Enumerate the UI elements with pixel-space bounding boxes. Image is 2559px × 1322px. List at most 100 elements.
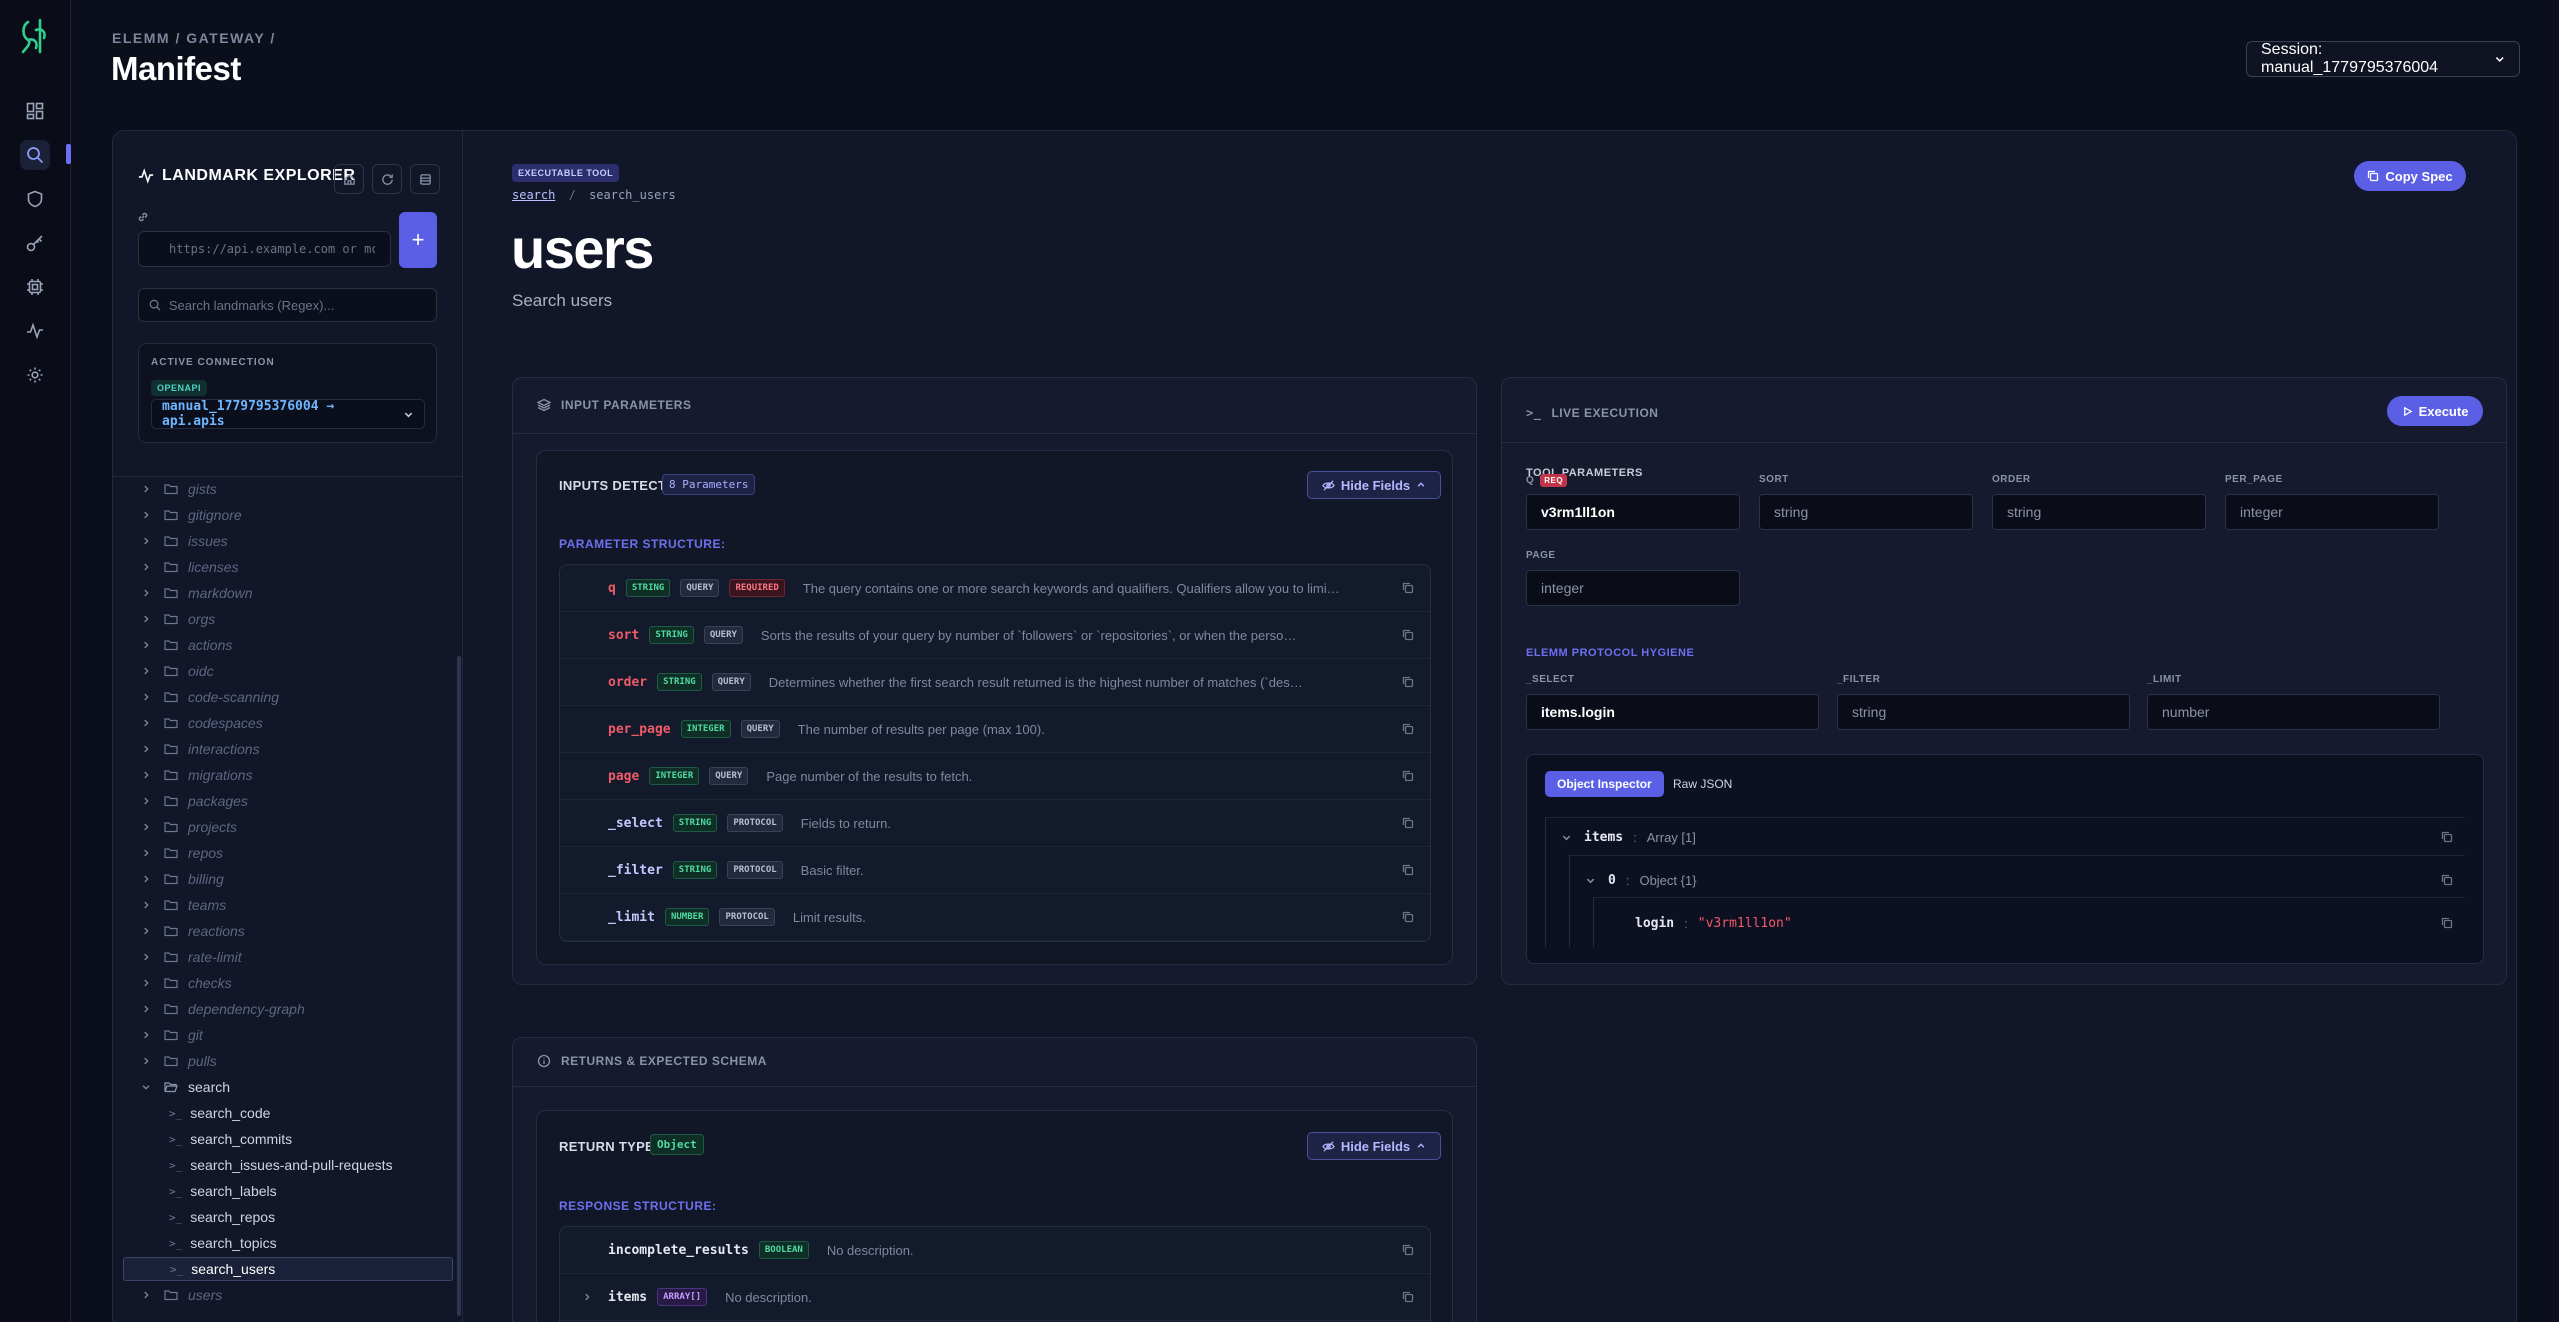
- tree-folder[interactable]: rate-limit: [123, 945, 453, 969]
- home-button[interactable]: [334, 164, 364, 194]
- param-input-order[interactable]: [1992, 494, 2206, 530]
- tree-folder[interactable]: search: [123, 1075, 453, 1099]
- home-icon: [343, 173, 355, 185]
- tree-folder[interactable]: licenses: [123, 555, 453, 579]
- return-type-badge: Object: [650, 1134, 704, 1155]
- play-icon: [2403, 406, 2413, 416]
- tree-folder[interactable]: teams: [123, 893, 453, 917]
- copy-icon[interactable]: [1402, 676, 1414, 688]
- connection-type-badge: OPENAPI: [151, 380, 208, 396]
- copy-icon[interactable]: [1402, 582, 1414, 594]
- chevron-right-icon: [138, 900, 154, 910]
- hide-return-fields-button[interactable]: Hide Fields: [1307, 1132, 1441, 1160]
- shield-icon[interactable]: [20, 184, 50, 214]
- hygiene-input-select[interactable]: [1526, 694, 1819, 730]
- tree-folder-label: licenses: [188, 559, 239, 575]
- copy-icon[interactable]: [2441, 874, 2453, 886]
- parameter-location-tag: QUERY: [740, 720, 780, 738]
- tree-folder-label: markdown: [188, 585, 253, 601]
- copy-icon[interactable]: [1402, 817, 1414, 829]
- tree-item[interactable]: >_ search_commits: [123, 1127, 453, 1151]
- copy-icon[interactable]: [2441, 917, 2453, 929]
- live-execution-title: LIVE EXECUTION: [1551, 406, 1659, 420]
- copy-icon[interactable]: [1402, 864, 1414, 876]
- tree-folder[interactable]: issues: [123, 529, 453, 553]
- copy-icon[interactable]: [2441, 831, 2453, 843]
- activity-icon[interactable]: [20, 316, 50, 346]
- execute-button[interactable]: Execute: [2387, 396, 2483, 426]
- breadcrumb-link-search[interactable]: search: [512, 188, 555, 202]
- gear-icon[interactable]: [20, 360, 50, 390]
- refresh-button[interactable]: [372, 164, 402, 194]
- copy-icon[interactable]: [1402, 629, 1414, 641]
- tree-folder[interactable]: migrations: [123, 763, 453, 787]
- tree-folder[interactable]: pulls: [123, 1049, 453, 1073]
- tab-object-inspector[interactable]: Object Inspector: [1545, 771, 1664, 797]
- response-field-name: incomplete_results: [608, 1242, 749, 1258]
- result-node-login[interactable]: login : "v3rm1ll1on": [1635, 905, 2461, 941]
- tree-folder[interactable]: git: [123, 1023, 453, 1047]
- key-icon[interactable]: [20, 228, 50, 258]
- chevron-right-icon: [138, 1004, 154, 1014]
- tree-item[interactable]: >_ search_repos: [123, 1205, 453, 1229]
- tree-folder[interactable]: projects: [123, 815, 453, 839]
- folder-open-icon: [164, 1081, 178, 1093]
- copy-icon[interactable]: [1402, 1291, 1414, 1303]
- hygiene-input-limit[interactable]: [2147, 694, 2440, 730]
- field-label: _LIMIT: [2147, 674, 2182, 685]
- tree-item[interactable]: >_ search_code: [123, 1101, 453, 1125]
- endpoint-url-input[interactable]: [138, 231, 391, 267]
- tree-folder[interactable]: reactions: [123, 919, 453, 943]
- tree-folder[interactable]: checks: [123, 971, 453, 995]
- tree-item[interactable]: >_ search_issues-and-pull-requests: [123, 1153, 453, 1177]
- add-connection-button[interactable]: +: [399, 212, 437, 268]
- tree-folder[interactable]: interactions: [123, 737, 453, 761]
- copy-icon[interactable]: [1402, 770, 1414, 782]
- tree-item[interactable]: >_ search_labels: [123, 1179, 453, 1203]
- result-node-0[interactable]: 0 : Object {1}: [1585, 862, 2461, 898]
- tree-folder[interactable]: gists: [123, 477, 453, 501]
- tree-scrollbar[interactable]: [457, 656, 461, 1316]
- tree-folder[interactable]: gitignore: [123, 503, 453, 527]
- tree-item[interactable]: >_ search_topics: [123, 1231, 453, 1255]
- tree-folder[interactable]: repos: [123, 841, 453, 865]
- param-input-q[interactable]: [1526, 494, 1740, 530]
- field-label-text: ORDER: [1992, 474, 2031, 485]
- param-input-page[interactable]: [1526, 570, 1740, 606]
- connection-select[interactable]: manual_1779795376004 → api.apis: [151, 399, 425, 429]
- param-input-per_page[interactable]: [2225, 494, 2439, 530]
- tree-folder[interactable]: codespaces: [123, 711, 453, 735]
- chip-icon[interactable]: [20, 272, 50, 302]
- result-node-items[interactable]: items : Array [1]: [1561, 819, 2461, 855]
- tree-item-selected[interactable]: >_ search_users: [123, 1257, 453, 1281]
- tree-folder[interactable]: packages: [123, 789, 453, 813]
- copy-icon[interactable]: [1402, 911, 1414, 923]
- session-select[interactable]: Session: manual_1779795376004: [2246, 41, 2520, 77]
- copy-icon[interactable]: [1402, 1244, 1414, 1256]
- folder-icon: [164, 613, 178, 625]
- tree-folder[interactable]: actions: [123, 633, 453, 657]
- param-input-sort[interactable]: [1759, 494, 1973, 530]
- database-button[interactable]: [410, 164, 440, 194]
- copy-spec-button[interactable]: Copy Spec: [2354, 161, 2466, 191]
- tree-folder[interactable]: dependency-graph: [123, 997, 453, 1021]
- search-icon[interactable]: [20, 140, 50, 170]
- active-rail-indicator: [66, 144, 71, 164]
- tree-folder[interactable]: oidc: [123, 659, 453, 683]
- tree-folder[interactable]: users: [123, 1283, 453, 1307]
- copy-icon[interactable]: [1402, 723, 1414, 735]
- response-field-row[interactable]: items ARRAY[] No description.: [560, 1274, 1430, 1321]
- tree-folder[interactable]: billing: [123, 867, 453, 891]
- input-parameters-header: INPUT PARAMETERS: [537, 398, 691, 412]
- tree-folder[interactable]: code-scanning: [123, 685, 453, 709]
- dashboard-icon[interactable]: [20, 96, 50, 126]
- tree-folder-label: billing: [188, 871, 224, 887]
- hide-input-fields-button[interactable]: Hide Fields: [1307, 471, 1441, 499]
- tree-folder[interactable]: markdown: [123, 581, 453, 605]
- panel-divider: [513, 1086, 1476, 1087]
- chevron-right-icon: [138, 952, 154, 962]
- landmark-search-input[interactable]: [168, 297, 426, 313]
- tree-folder[interactable]: orgs: [123, 607, 453, 631]
- hygiene-input-filter[interactable]: [1837, 694, 2130, 730]
- tab-raw-json[interactable]: Raw JSON: [1663, 771, 1742, 797]
